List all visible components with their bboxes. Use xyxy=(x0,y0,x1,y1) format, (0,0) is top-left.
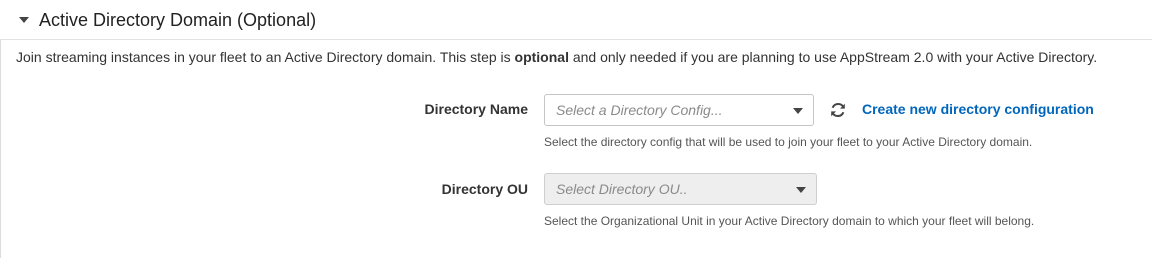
intro-text-before: Join streaming instances in your fleet t… xyxy=(16,49,515,65)
section-header[interactable]: Active Directory Domain (Optional) xyxy=(0,0,1152,40)
refresh-icon[interactable] xyxy=(829,101,847,119)
directory-ou-label: Directory OU xyxy=(441,181,528,197)
section-title[interactable]: Active Directory Domain (Optional) xyxy=(39,10,316,31)
directory-ou-placeholder: Select Directory OU.. xyxy=(556,181,688,197)
caret-down-icon[interactable] xyxy=(19,17,29,23)
section-left-border xyxy=(0,40,1,258)
chevron-down-icon xyxy=(793,108,803,114)
section-description: Join streaming instances in your fleet t… xyxy=(16,49,1097,65)
directory-name-label: Directory Name xyxy=(424,101,529,117)
directory-name-select[interactable]: Select a Directory Config... xyxy=(544,94,814,126)
chevron-down-icon xyxy=(796,187,806,193)
directory-ou-select[interactable]: Select Directory OU.. xyxy=(544,173,817,205)
intro-text-bold: optional xyxy=(514,49,569,65)
directory-ou-help: Select the Organizational Unit in your A… xyxy=(544,214,1035,228)
intro-text-after: and only needed if you are planning to u… xyxy=(568,49,1098,65)
directory-name-help: Select the directory config that will be… xyxy=(544,135,1033,149)
directory-name-placeholder: Select a Directory Config... xyxy=(556,102,723,118)
create-directory-config-link[interactable]: Create new directory configuration xyxy=(862,101,1094,117)
